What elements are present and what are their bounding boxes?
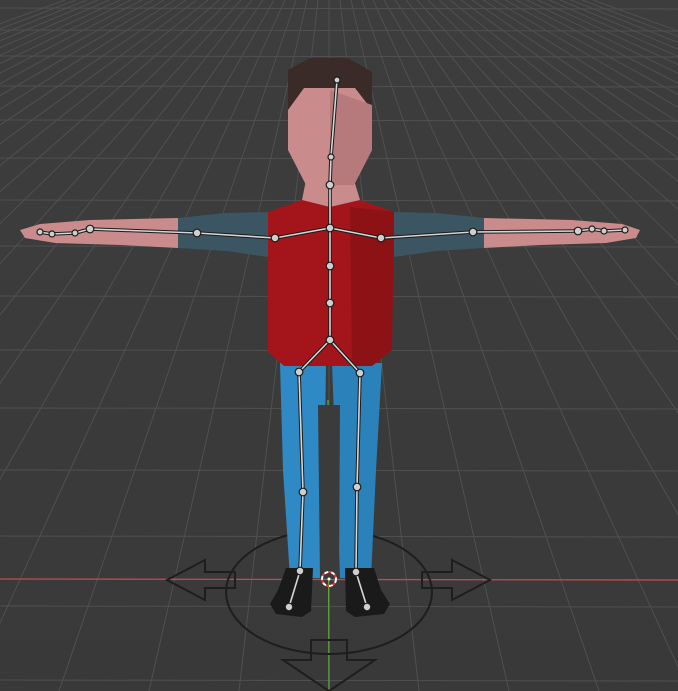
grid-line bbox=[548, 0, 678, 57]
grid-line bbox=[416, 0, 678, 287]
grid-line bbox=[0, 0, 88, 36]
joint-r-wrist[interactable] bbox=[573, 226, 583, 236]
grid-line bbox=[493, 0, 678, 108]
joint-r-shoulder[interactable] bbox=[376, 233, 386, 243]
joint-r-hip[interactable] bbox=[355, 368, 365, 378]
grid-line bbox=[559, 0, 678, 50]
joint-l-elbow[interactable] bbox=[192, 228, 202, 238]
joint-r-f-2[interactable] bbox=[600, 227, 608, 235]
grid-line bbox=[0, 29, 678, 32]
grid-line bbox=[537, 0, 678, 66]
joint-r-ankle[interactable] bbox=[351, 567, 361, 577]
x-axis-line bbox=[0, 578, 678, 581]
grid-line bbox=[515, 0, 678, 84]
grid-line bbox=[570, 0, 678, 44]
joint-l-knee[interactable] bbox=[298, 487, 308, 497]
grid-line bbox=[471, 0, 678, 140]
joint-l-wrist[interactable] bbox=[85, 224, 95, 234]
joint-spine-2[interactable] bbox=[325, 298, 335, 308]
joint-l-shoulder[interactable] bbox=[270, 233, 280, 243]
torso-shade bbox=[350, 207, 394, 366]
right-forearm-bone[interactable] bbox=[471, 229, 580, 234]
grid-line bbox=[361, 0, 600, 691]
joint-l-toe[interactable] bbox=[284, 602, 294, 612]
joint-neck[interactable] bbox=[325, 180, 335, 190]
grid-line bbox=[0, 0, 143, 74]
grid-line bbox=[0, 0, 132, 65]
grid-line bbox=[0, 0, 77, 30]
joint-r-toe[interactable] bbox=[362, 602, 372, 612]
grid-line bbox=[58, 0, 297, 691]
right-shin-bone[interactable] bbox=[354, 485, 359, 574]
grid-line bbox=[0, 0, 99, 42]
grid-line bbox=[0, 0, 231, 225]
joint-l-f-2[interactable] bbox=[48, 230, 56, 238]
joint-r-elbow[interactable] bbox=[468, 227, 478, 237]
joint-l-f-3[interactable] bbox=[36, 228, 44, 236]
grid-line bbox=[449, 0, 678, 182]
grid-line bbox=[0, 679, 678, 682]
joint-chest[interactable] bbox=[325, 223, 335, 233]
joint-head-top[interactable] bbox=[333, 76, 341, 84]
grid-line bbox=[460, 0, 678, 159]
grid-line bbox=[0, 605, 678, 608]
joint-l-ankle[interactable] bbox=[295, 566, 305, 576]
joint-r-f-3[interactable] bbox=[621, 226, 629, 234]
grid-line bbox=[0, 0, 165, 97]
grid-line bbox=[581, 0, 678, 38]
joint-l-hip[interactable] bbox=[294, 367, 304, 377]
joint-hips[interactable] bbox=[325, 335, 335, 345]
grid-line bbox=[0, 0, 286, 625]
grid-line bbox=[592, 0, 678, 32]
joint-spine-1[interactable] bbox=[325, 261, 335, 271]
grid-line bbox=[0, 0, 187, 126]
joint-r-f-1[interactable] bbox=[588, 225, 596, 233]
3d-viewport[interactable] bbox=[0, 0, 678, 691]
joint-r-knee[interactable] bbox=[352, 482, 362, 492]
grid-line bbox=[0, 0, 121, 56]
grid-line bbox=[0, 0, 198, 145]
crotch-gap bbox=[318, 405, 340, 578]
grid-line bbox=[0, 0, 220, 193]
joint-l-f-1[interactable] bbox=[71, 229, 79, 237]
joint-head-mid[interactable] bbox=[327, 153, 335, 161]
